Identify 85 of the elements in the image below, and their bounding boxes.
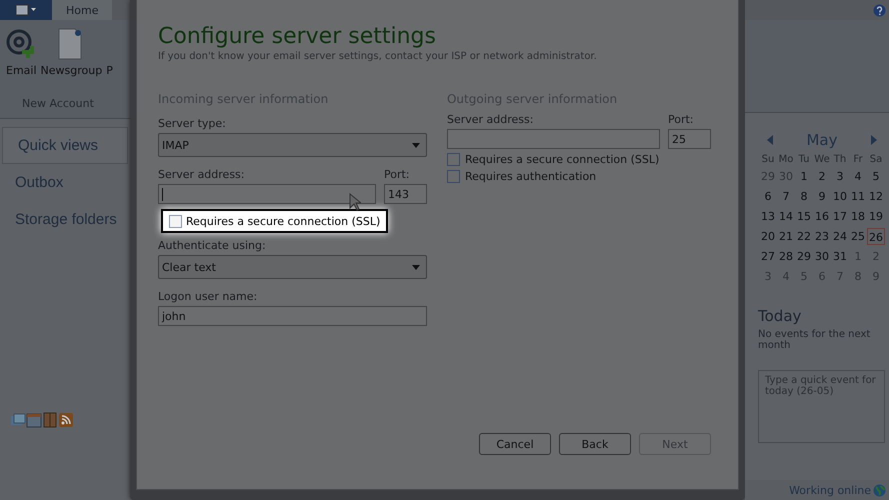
calendar-day[interactable]: 20 xyxy=(759,228,777,245)
checkbox[interactable] xyxy=(446,153,460,166)
weekday-label: Fr xyxy=(852,154,864,165)
calendar-day[interactable]: 4 xyxy=(849,168,867,185)
globe-icon xyxy=(873,484,886,496)
weekday-label: Mo xyxy=(778,154,794,165)
sidebar-item[interactable]: Outbox xyxy=(0,164,130,201)
field-label: Server address: xyxy=(158,168,246,181)
weekday-label: Tu xyxy=(798,154,810,165)
weekday-label: Sa xyxy=(868,154,884,165)
calendar-day[interactable]: 14 xyxy=(777,208,795,225)
calendar-day[interactable]: 16 xyxy=(813,208,831,225)
caret-icon xyxy=(412,264,420,270)
mouse-pointer-icon xyxy=(348,193,361,211)
calendar-day[interactable]: 17 xyxy=(831,208,849,225)
calendar-day[interactable]: 27 xyxy=(759,248,777,265)
weekday-label: Th xyxy=(832,154,848,165)
calendar-day[interactable]: 3 xyxy=(831,168,849,185)
ribbon-tab[interactable]: Home xyxy=(52,0,112,20)
field-label: Logon user name: xyxy=(158,290,258,303)
calendar-day[interactable]: 24 xyxy=(831,228,849,245)
calendar-month: May xyxy=(806,131,838,149)
username-field[interactable]: john xyxy=(158,306,427,326)
weekday-label: Su xyxy=(760,154,776,165)
calendar-day[interactable]: 29 xyxy=(795,248,813,265)
previous-month-icon[interactable] xyxy=(767,135,773,145)
envelope-stack-icon[interactable] xyxy=(10,412,26,428)
help-icon[interactable] xyxy=(873,4,886,16)
checkbox[interactable] xyxy=(169,214,182,228)
port-field[interactable]: 25 xyxy=(668,129,711,149)
dialog-button[interactable]: Back xyxy=(559,433,631,455)
rss-icon[interactable] xyxy=(58,412,74,428)
calendar-day[interactable]: 30 xyxy=(813,248,831,265)
field-label: Server type: xyxy=(158,117,227,130)
calendar-day[interactable]: 7 xyxy=(777,188,795,205)
status-text: Working online xyxy=(789,484,871,496)
app-menu-button[interactable] xyxy=(0,0,52,20)
field-label: Port: xyxy=(384,168,410,181)
calendar-icon[interactable] xyxy=(26,412,42,428)
no-events-message: No events for the next month xyxy=(758,329,872,351)
calendar-day[interactable]: 8 xyxy=(795,188,813,205)
dialog-subtitle: If you don't know your email server settings, contact your ISP or network administrator. xyxy=(158,51,598,62)
calendar-day[interactable]: 21 xyxy=(777,228,795,245)
calendar-day[interactable]: 18 xyxy=(849,208,867,225)
field-label: Server address: xyxy=(446,113,534,126)
field-label: Port: xyxy=(668,113,695,126)
server-address-field[interactable] xyxy=(446,129,660,149)
calendar-day[interactable]: 6 xyxy=(759,188,777,205)
calendar-day[interactable]: 15 xyxy=(795,208,813,225)
calendar-day[interactable]: 22 xyxy=(795,228,813,245)
calendar-day[interactable]: 25 xyxy=(849,228,867,245)
calendar-day[interactable]: 31 xyxy=(831,248,849,265)
calendar-day[interactable]: 5 xyxy=(867,168,885,185)
book-icon[interactable] xyxy=(42,412,58,428)
calendar-day[interactable]: 12 xyxy=(867,188,885,205)
calendar-day[interactable]: 9 xyxy=(813,188,831,205)
checkbox[interactable] xyxy=(446,170,460,183)
menu-icon xyxy=(15,4,37,16)
ribbon-button[interactable]: Newsgroup xyxy=(40,28,102,77)
calendar-day[interactable]: 28 xyxy=(777,248,795,265)
calendar-day[interactable]: 23 xyxy=(813,228,831,245)
calendar-day[interactable]: 1 xyxy=(795,168,813,185)
today-heading: Today xyxy=(758,307,802,325)
calendar-day[interactable]: 10 xyxy=(831,188,849,205)
calendar-day[interactable]: 26 xyxy=(867,228,885,245)
caret-icon xyxy=(412,142,420,148)
server-type-dropdown[interactable]: IMAP xyxy=(158,133,427,157)
calendar-day[interactable]: 19 xyxy=(867,208,885,225)
calendar-day[interactable]: 13 xyxy=(759,208,777,225)
dialog-button[interactable]: Cancel xyxy=(479,433,551,455)
ribbon-button[interactable]: Email xyxy=(6,28,37,77)
checkbox-label: Requires a secure connection (SSL) xyxy=(464,153,660,166)
weekday-label: We xyxy=(813,154,831,165)
sidebar-item[interactable]: Quick views xyxy=(2,127,128,164)
field-label: Authenticate using: xyxy=(158,239,267,252)
ribbon-button[interactable]: P xyxy=(106,28,113,77)
checkbox-label: Requires a secure connection (SSL) xyxy=(186,214,380,228)
calendar-day[interactable]: 11 xyxy=(849,188,867,205)
dialog-title: Configure server settings xyxy=(158,24,437,49)
checkbox-label: Requires authentication xyxy=(464,170,596,183)
authentication-dropdown[interactable]: Clear text xyxy=(158,255,427,279)
port-field[interactable]: 143 xyxy=(384,184,427,204)
sidebar-item[interactable]: Storage folders xyxy=(0,201,130,238)
calendar-day[interactable]: 2 xyxy=(813,168,831,185)
next-month-icon[interactable] xyxy=(870,135,877,145)
